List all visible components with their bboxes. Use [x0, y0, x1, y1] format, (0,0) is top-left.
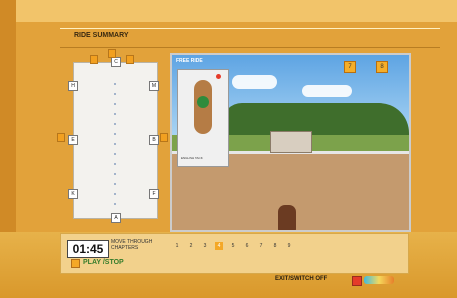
exit-icon[interactable]: [352, 276, 362, 286]
video-button-7[interactable]: 7: [344, 61, 356, 73]
horse-head: [278, 205, 296, 230]
arena-marker-f: F: [149, 189, 159, 199]
chapter-5[interactable]: 5: [229, 242, 237, 250]
control-bar: 01:45 MOVE THROUGH CHAPTERS 1 2 3 4 5 6 …: [60, 233, 409, 274]
arena-tag-4: [108, 49, 116, 58]
ride-path-dot: [114, 133, 116, 135]
tack-overlay: ENGLISH TACK: [177, 69, 229, 167]
overlay-caption: ENGLISH TACK: [181, 156, 203, 160]
chapter-9[interactable]: 9: [285, 242, 293, 250]
arena-tag-6: [160, 133, 168, 142]
ride-path-dot: [114, 153, 116, 155]
ride-path-dot: [114, 123, 116, 125]
arena-marker-b: B: [149, 135, 159, 145]
arena-marker-e: E: [68, 135, 78, 145]
chapter-3[interactable]: 3: [201, 242, 209, 250]
cloud: [232, 75, 277, 89]
ride-path-dot: [114, 113, 116, 115]
arena-marker-bottom: A: [111, 213, 121, 223]
chapter-1[interactable]: 1: [173, 242, 181, 250]
cloud: [302, 85, 352, 97]
arena-map: C H E K M B F A: [68, 57, 159, 223]
chapter-7[interactable]: 7: [257, 242, 265, 250]
video-button-8[interactable]: 8: [376, 61, 388, 73]
chapter-list: 1 2 3 4 5 6 7 8 9: [173, 242, 293, 250]
ride-path-dot: [114, 93, 116, 95]
play-stop-label[interactable]: PLAY /STOP: [83, 259, 124, 266]
play-stop-icon[interactable]: [71, 259, 80, 268]
time-display: 01:45: [67, 240, 109, 258]
chapter-4[interactable]: 4: [215, 242, 223, 250]
exit-label[interactable]: EXIT/SWITCH OFF: [275, 276, 327, 282]
ride-path-dot: [114, 193, 116, 195]
arena-marker-m: M: [149, 81, 159, 91]
ride-path-dot: [114, 173, 116, 175]
arena-marker-top: C: [111, 57, 121, 67]
chapter-6[interactable]: 6: [243, 242, 251, 250]
overlay-red-dot: [216, 74, 221, 79]
top-bar: [0, 0, 457, 22]
arena-tag-2: [57, 133, 65, 142]
chapter-label: MOVE THROUGH CHAPTERS: [111, 239, 153, 251]
ride-path-dot: [114, 143, 116, 145]
chapter-8[interactable]: 8: [271, 242, 279, 250]
ride-path-dot: [114, 103, 116, 105]
arena-marker-h: H: [68, 81, 78, 91]
arena-marker-k: K: [68, 189, 78, 199]
ride-path-dot: [114, 183, 116, 185]
overlay-saddle: [197, 96, 209, 108]
ride-path-dot: [114, 203, 116, 205]
building: [270, 131, 312, 153]
video-view[interactable]: FREE RIDE ENGLISH TACK 7 8: [170, 53, 411, 232]
chapter-2[interactable]: 2: [187, 242, 195, 250]
arena-tag-5: [126, 55, 134, 64]
arena-tag-3: [90, 55, 98, 64]
ride-path-dot: [114, 163, 116, 165]
page-title: RIDE SUMMARY: [74, 32, 129, 39]
logo: [364, 276, 394, 284]
free-ride-label: FREE RIDE: [176, 58, 203, 64]
ride-path-dot: [114, 83, 116, 85]
